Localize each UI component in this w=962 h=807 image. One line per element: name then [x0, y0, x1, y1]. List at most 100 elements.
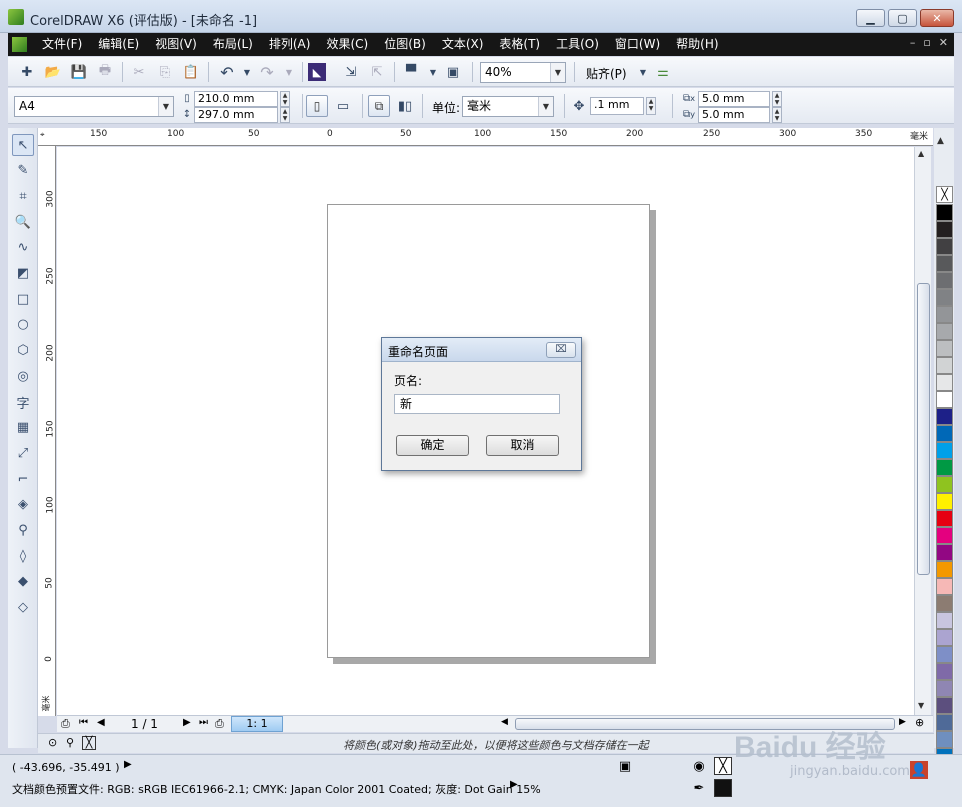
duplicate-y-spinner[interactable]: ▲ ▼: [772, 107, 782, 123]
expand-arrow-icon[interactable]: ▶: [510, 779, 518, 790]
scroll-up-icon[interactable]: ▲: [918, 149, 924, 158]
options-icon[interactable]: ⚌: [654, 63, 672, 81]
color-swatch[interactable]: [936, 595, 953, 612]
all-pages-button[interactable]: ⧉: [368, 95, 390, 117]
color-profile-text[interactable]: 文档颜色预置文件: RGB: sRGB IEC61966-2.1; CMYK: …: [12, 781, 541, 797]
add-page-after-icon[interactable]: ⎙: [215, 717, 224, 731]
color-swatch[interactable]: [936, 425, 953, 442]
duplicate-x-field[interactable]: 5.0 mm: [698, 91, 770, 107]
menu-tools[interactable]: 工具(O): [548, 33, 607, 56]
page-height-field[interactable]: 297.0 mm: [194, 107, 278, 123]
fill-tool-icon[interactable]: ◆: [12, 571, 34, 593]
color-swatch[interactable]: [936, 527, 953, 544]
menu-text[interactable]: 文本(X): [434, 33, 492, 56]
rectangle-tool-icon[interactable]: □: [12, 288, 34, 310]
welcome-screen-icon[interactable]: ▣: [444, 63, 462, 81]
expand-arrow-icon[interactable]: ▶: [124, 759, 132, 770]
nudge-distance-field[interactable]: .1 mm: [590, 97, 644, 115]
snap-dropdown-icon[interactable]: ▼: [634, 63, 652, 81]
vertical-ruler[interactable]: 300 250 200 150 100 50 0 毫米: [38, 146, 56, 716]
color-swatch[interactable]: [936, 663, 953, 680]
duplicate-x-spinner[interactable]: ▲ ▼: [772, 91, 782, 107]
color-swatch[interactable]: [936, 289, 953, 306]
dialog-close-button[interactable]: ⌧: [546, 342, 576, 358]
height-spinner[interactable]: ▲ ▼: [280, 107, 290, 123]
menu-arrange[interactable]: 排列(A): [261, 33, 319, 56]
color-swatch[interactable]: [936, 221, 953, 238]
palette-scroll-up-icon[interactable]: ▲: [937, 136, 944, 146]
width-spinner[interactable]: ▲ ▼: [280, 91, 290, 107]
crop-tool-icon[interactable]: ⌗: [12, 185, 34, 207]
color-swatch[interactable]: [936, 646, 953, 663]
duplicate-y-field[interactable]: 5.0 mm: [698, 107, 770, 123]
current-page-icon[interactable]: ▮▯: [396, 97, 414, 115]
color-swatch[interactable]: [936, 374, 953, 391]
polygon-tool-icon[interactable]: ⬡: [12, 340, 34, 362]
color-swatch[interactable]: [936, 561, 953, 578]
color-swatch[interactable]: [936, 391, 953, 408]
print-icon[interactable]: 🖶: [96, 63, 114, 81]
outline-color-swatch[interactable]: [714, 779, 732, 797]
menu-window[interactable]: 窗口(W): [607, 33, 668, 56]
color-swatch[interactable]: [936, 323, 953, 340]
chevron-down-icon[interactable]: ▼: [550, 63, 565, 82]
save-icon[interactable]: 💾: [70, 63, 88, 81]
menu-help[interactable]: 帮助(H): [668, 33, 726, 56]
redo-dropdown-icon[interactable]: ▼: [280, 63, 298, 81]
menu-effects[interactable]: 效果(C): [318, 33, 376, 56]
dimension-tool-icon[interactable]: ⤢: [12, 442, 34, 464]
zoom-level-select[interactable]: 40% ▼: [480, 62, 566, 83]
zoom-tool-icon[interactable]: 🔍: [12, 211, 34, 233]
vertical-scroll-thumb[interactable]: [917, 283, 930, 575]
text-tool-icon[interactable]: 字: [12, 391, 34, 413]
color-swatch[interactable]: [936, 578, 953, 595]
portrait-button[interactable]: ▯: [306, 95, 328, 117]
cancel-button[interactable]: 取消: [486, 435, 559, 456]
color-swatch[interactable]: [936, 340, 953, 357]
nudge-spinner[interactable]: ▲ ▼: [646, 97, 656, 115]
blend-tool-icon[interactable]: ◈: [12, 494, 34, 516]
color-swatch[interactable]: [936, 680, 953, 697]
ruler-origin-icon[interactable]: ⌖: [40, 130, 45, 140]
freehand-tool-icon[interactable]: ∿: [12, 237, 34, 259]
color-swatch[interactable]: [936, 476, 953, 493]
color-swatch[interactable]: [936, 629, 953, 646]
import-icon[interactable]: ⇲: [342, 63, 360, 81]
eyedropper-tool-icon[interactable]: ⚲: [12, 520, 34, 542]
chevron-down-icon[interactable]: ▼: [538, 97, 553, 116]
search-content-icon[interactable]: ◣: [308, 63, 326, 81]
palette-menu-icon[interactable]: ⊙: [48, 736, 57, 749]
undo-dropdown-icon[interactable]: ▼: [238, 63, 256, 81]
color-swatch[interactable]: [936, 442, 953, 459]
launcher-dropdown-icon[interactable]: ▼: [424, 63, 442, 81]
interactive-fill-tool-icon[interactable]: ◇: [12, 597, 34, 619]
menu-view[interactable]: 视图(V): [147, 33, 205, 56]
page-name-input[interactable]: 新: [394, 394, 560, 414]
new-document-icon[interactable]: ✚: [18, 63, 36, 81]
snap-to-button[interactable]: 贴齐(P): [586, 65, 627, 82]
shape-tool-icon[interactable]: ✎: [12, 160, 34, 182]
menu-file[interactable]: 文件(F): [34, 33, 90, 56]
scroll-down-icon[interactable]: ▼: [918, 701, 924, 710]
color-swatch[interactable]: [936, 612, 953, 629]
color-swatch[interactable]: [936, 697, 953, 714]
landscape-icon[interactable]: ▭: [334, 97, 352, 115]
no-color-swatch[interactable]: ╳: [82, 736, 96, 750]
menu-bitmaps[interactable]: 位图(B): [376, 33, 434, 56]
menu-layout[interactable]: 布局(L): [205, 33, 261, 56]
color-swatch[interactable]: [936, 306, 953, 323]
page-tab[interactable]: 1: 1: [231, 716, 283, 732]
color-swatch[interactable]: [936, 408, 953, 425]
outline-tool-icon[interactable]: ◊: [12, 545, 34, 567]
paste-icon[interactable]: 📋: [182, 63, 200, 81]
previous-page-icon[interactable]: ◀: [97, 717, 105, 728]
no-color-swatch[interactable]: ╳: [936, 186, 953, 203]
color-swatch[interactable]: [936, 357, 953, 374]
vertical-scrollbar[interactable]: ▲ ▼: [914, 147, 931, 715]
connector-tool-icon[interactable]: ⌐: [12, 468, 34, 490]
table-tool-icon[interactable]: ▦: [12, 417, 34, 439]
doc-close-button[interactable]: ✕: [939, 36, 948, 49]
color-swatch[interactable]: [936, 510, 953, 527]
maximize-button[interactable]: ▢: [888, 9, 917, 27]
ellipse-tool-icon[interactable]: ○: [12, 314, 34, 336]
